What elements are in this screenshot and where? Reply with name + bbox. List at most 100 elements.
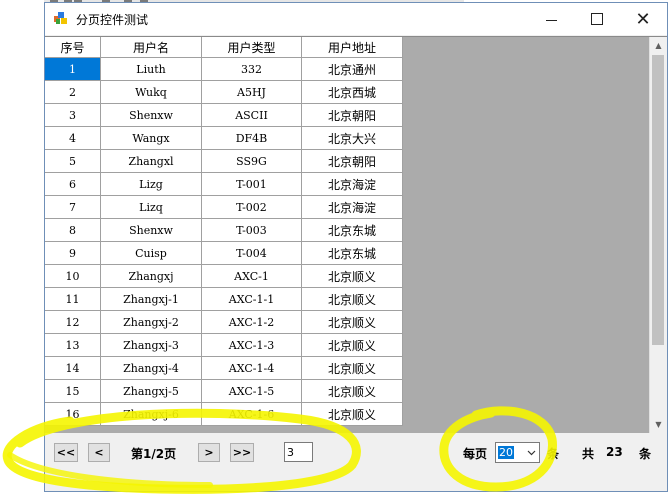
title-bar[interactable]: 分页控件测试 ✕ (45, 3, 667, 35)
cell-address[interactable]: 北京顺义 (301, 356, 403, 380)
cell-index[interactable]: 9 (45, 241, 101, 265)
cell-username[interactable]: Shenxw (100, 103, 202, 127)
table-row[interactable]: 11 Zhangxj-1 AXC-1-1 北京顺义 (45, 287, 403, 311)
cell-index[interactable]: 2 (45, 80, 101, 104)
scroll-up-arrow-icon[interactable]: ▲ (650, 37, 667, 54)
cell-username[interactable]: Lizg (100, 172, 202, 196)
cell-address[interactable]: 北京东城 (301, 241, 403, 265)
cell-index[interactable]: 14 (45, 356, 101, 380)
cell-address[interactable]: 北京顺义 (301, 379, 403, 403)
table-row[interactable]: 7 Lizq T-002 北京海淀 (45, 195, 403, 219)
column-header-usertype[interactable]: 用户类型 (201, 37, 302, 58)
cell-usertype[interactable]: AXC-1 (201, 264, 302, 288)
cell-usertype[interactable]: 332 (201, 57, 302, 81)
cell-address[interactable]: 北京通州 (301, 57, 403, 81)
cell-username[interactable]: Zhangxj-4 (100, 356, 202, 380)
table-row[interactable]: 1 Liuth 332 北京通州 (45, 57, 403, 81)
cell-index[interactable]: 12 (45, 310, 101, 334)
table-row[interactable]: 13 Zhangxj-3 AXC-1-3 北京顺义 (45, 333, 403, 357)
cell-address[interactable]: 北京顺义 (301, 287, 403, 311)
scroll-down-arrow-icon[interactable]: ▼ (650, 416, 667, 433)
cell-index[interactable]: 13 (45, 333, 101, 357)
table-row[interactable]: 2 Wukq A5HJ 北京西城 (45, 80, 403, 104)
goto-page-input[interactable] (284, 442, 313, 462)
cell-username[interactable]: Zhangxj-2 (100, 310, 202, 334)
cell-username[interactable]: Wangx (100, 126, 202, 150)
maximize-button[interactable] (575, 3, 619, 35)
cell-usertype[interactable]: AXC-1-1 (201, 287, 302, 311)
last-page-button[interactable]: >> (230, 443, 254, 462)
cell-index[interactable]: 5 (45, 149, 101, 173)
cell-usertype[interactable]: AXC-1-4 (201, 356, 302, 380)
cell-index[interactable]: 10 (45, 264, 101, 288)
cell-index[interactable]: 4 (45, 126, 101, 150)
column-header-username[interactable]: 用户名 (100, 37, 202, 58)
cell-username[interactable]: Zhangxj (100, 264, 202, 288)
table-row[interactable]: 4 Wangx DF4B 北京大兴 (45, 126, 403, 150)
cell-usertype[interactable]: T-004 (201, 241, 302, 265)
cell-usertype[interactable]: AXC-1-5 (201, 379, 302, 403)
cell-username[interactable]: Zhangxj-1 (100, 287, 202, 311)
window-title: 分页控件测试 (76, 13, 149, 27)
cell-usertype[interactable]: AXC-1-2 (201, 310, 302, 334)
cell-address[interactable]: 北京顺义 (301, 402, 403, 426)
table-row[interactable]: 16 Zhangxj-6 AXC-1-6 北京顺义 (45, 402, 403, 426)
first-page-button[interactable]: << (54, 443, 78, 462)
cell-address[interactable]: 北京顺义 (301, 310, 403, 334)
table-row[interactable]: 12 Zhangxj-2 AXC-1-2 北京顺义 (45, 310, 403, 334)
cell-usertype[interactable]: ASCII (201, 103, 302, 127)
column-header-address[interactable]: 用户地址 (301, 37, 403, 58)
table-row[interactable]: 9 Cuisp T-004 北京东城 (45, 241, 403, 265)
cell-usertype[interactable]: SS9G (201, 149, 302, 173)
page-size-select[interactable]: 20 (495, 442, 540, 463)
cell-index[interactable]: 6 (45, 172, 101, 196)
cell-address[interactable]: 北京海淀 (301, 195, 403, 219)
table-row[interactable]: 5 Zhangxl SS9G 北京朝阳 (45, 149, 403, 173)
cell-index[interactable]: 11 (45, 287, 101, 311)
table-row[interactable]: 3 Shenxw ASCII 北京朝阳 (45, 103, 403, 127)
cell-address[interactable]: 北京朝阳 (301, 103, 403, 127)
cell-index[interactable]: 7 (45, 195, 101, 219)
data-grid[interactable]: 序号 用户名 用户类型 用户地址 1 Liuth 332 北京通州 2 Wukq A5HJ 北… (45, 36, 667, 433)
cell-username[interactable]: Liuth (100, 57, 202, 81)
cell-username[interactable]: Wukq (100, 80, 202, 104)
cell-address[interactable]: 北京顺义 (301, 333, 403, 357)
prev-page-button[interactable]: < (88, 443, 110, 462)
cell-address[interactable]: 北京顺义 (301, 264, 403, 288)
table-row[interactable]: 14 Zhangxj-4 AXC-1-4 北京顺义 (45, 356, 403, 380)
table-row[interactable]: 10 Zhangxj AXC-1 北京顺义 (45, 264, 403, 288)
vertical-scrollbar[interactable]: ▲ ▼ (649, 37, 667, 433)
cell-username[interactable]: Lizq (100, 195, 202, 219)
close-button[interactable]: ✕ (621, 3, 665, 35)
column-header-index[interactable]: 序号 (45, 37, 101, 58)
minimize-button[interactable] (529, 3, 573, 35)
cell-usertype[interactable]: T-002 (201, 195, 302, 219)
scrollbar-thumb[interactable] (652, 55, 664, 345)
cell-index[interactable]: 15 (45, 379, 101, 403)
cell-username[interactable]: Zhangxj-6 (100, 402, 202, 426)
cell-usertype[interactable]: AXC-1-3 (201, 333, 302, 357)
cell-username[interactable]: Shenxw (100, 218, 202, 242)
cell-index[interactable]: 3 (45, 103, 101, 127)
cell-usertype[interactable]: AXC-1-6 (201, 402, 302, 426)
next-page-button[interactable]: > (198, 443, 220, 462)
cell-usertype[interactable]: T-001 (201, 172, 302, 196)
cell-index[interactable]: 16 (45, 402, 101, 426)
cell-address[interactable]: 北京西城 (301, 80, 403, 104)
cell-username[interactable]: Zhangxj-5 (100, 379, 202, 403)
cell-usertype[interactable]: T-003 (201, 218, 302, 242)
table-row[interactable]: 6 Lizg T-001 北京海淀 (45, 172, 403, 196)
cell-username[interactable]: Zhangxl (100, 149, 202, 173)
cell-address[interactable]: 北京东城 (301, 218, 403, 242)
cell-address[interactable]: 北京海淀 (301, 172, 403, 196)
cell-address[interactable]: 北京大兴 (301, 126, 403, 150)
table-row[interactable]: 15 Zhangxj-5 AXC-1-5 北京顺义 (45, 379, 403, 403)
cell-username[interactable]: Zhangxj-3 (100, 333, 202, 357)
cell-username[interactable]: Cuisp (100, 241, 202, 265)
cell-index[interactable]: 8 (45, 218, 101, 242)
cell-usertype[interactable]: DF4B (201, 126, 302, 150)
table-row[interactable]: 8 Shenxw T-003 北京东城 (45, 218, 403, 242)
cell-address[interactable]: 北京朝阳 (301, 149, 403, 173)
cell-index[interactable]: 1 (45, 57, 101, 81)
cell-usertype[interactable]: A5HJ (201, 80, 302, 104)
